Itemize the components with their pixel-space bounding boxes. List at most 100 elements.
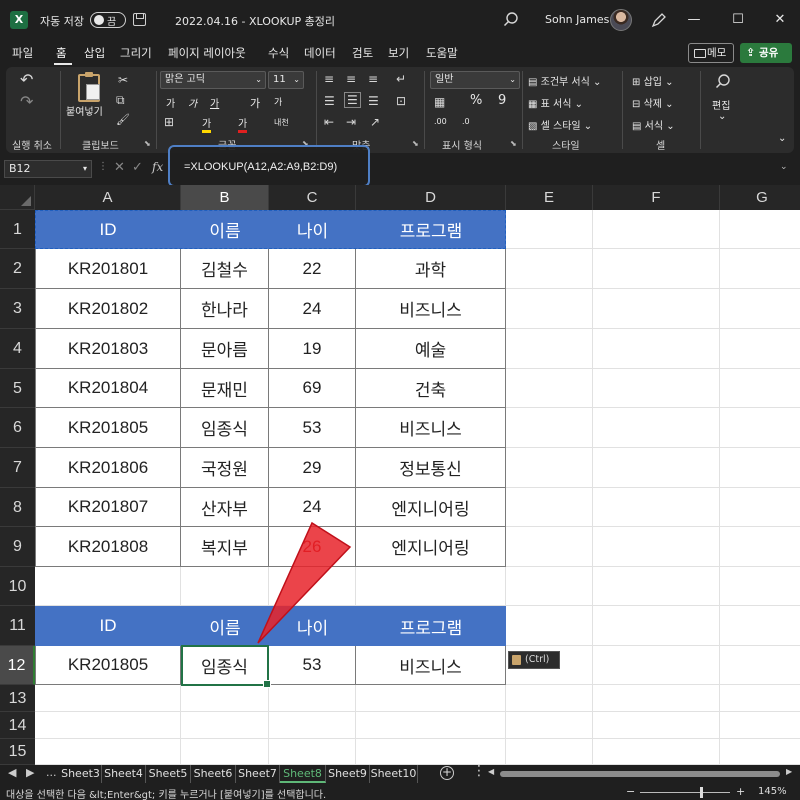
table-header-cell[interactable]: 이름 bbox=[181, 210, 269, 249]
zoom-out-button[interactable]: − bbox=[626, 785, 635, 798]
row-header-10[interactable]: 10 bbox=[0, 567, 35, 606]
sheet-tab-sheet4[interactable]: Sheet4 bbox=[102, 765, 146, 783]
paste-options-button[interactable]: (Ctrl) bbox=[508, 651, 560, 669]
cell-styles-button[interactable]: ▧ 셀 스타일 ⌄ bbox=[528, 117, 592, 132]
sheet-tab-sheet9[interactable]: Sheet9 bbox=[326, 765, 370, 783]
tab-home[interactable]: 홈 bbox=[56, 45, 67, 61]
zoom-level[interactable]: 145% bbox=[758, 786, 787, 797]
table-cell[interactable]: 한나라 bbox=[181, 289, 269, 329]
chevron-down-icon[interactable]: ⌄ bbox=[718, 111, 726, 122]
cancel-icon[interactable]: ✕ bbox=[114, 160, 125, 175]
sheet-more[interactable]: ... bbox=[46, 766, 57, 779]
table-header-cell[interactable]: 나이 bbox=[269, 210, 356, 249]
cut-icon[interactable]: ✂ bbox=[118, 73, 128, 87]
zoom-slider[interactable] bbox=[640, 792, 730, 793]
table-cell[interactable]: 정보통신 bbox=[356, 448, 506, 488]
table-cell[interactable]: 24 bbox=[269, 289, 356, 329]
tab-data[interactable]: 데이터 bbox=[304, 45, 336, 61]
table-cell[interactable]: KR201805 bbox=[35, 408, 181, 448]
scroll-left-icon[interactable]: ◀ bbox=[488, 767, 494, 776]
table-cell[interactable]: 김철수 bbox=[181, 249, 269, 289]
table-cell[interactable]: 29 bbox=[269, 448, 356, 488]
insert-function-button[interactable]: fx bbox=[152, 160, 163, 174]
scroll-right-icon[interactable]: ▶ bbox=[786, 767, 792, 776]
table-cell[interactable]: 임종식 bbox=[181, 408, 269, 448]
number-format-select[interactable]: 일반 ⌄ bbox=[430, 71, 520, 89]
tab-view[interactable]: 보기 bbox=[388, 45, 409, 61]
sheet-tab-sheet7[interactable]: Sheet7 bbox=[236, 765, 280, 783]
lookup-result-cell[interactable]: 비즈니스 bbox=[356, 646, 506, 685]
user-name[interactable]: Sohn James bbox=[545, 13, 609, 26]
search-icon[interactable] bbox=[714, 73, 732, 91]
share-button[interactable]: 공유 bbox=[740, 43, 792, 63]
table-cell[interactable]: KR201804 bbox=[35, 369, 181, 408]
enter-icon[interactable]: ✓ bbox=[132, 160, 143, 175]
row-header-13[interactable]: 13 bbox=[0, 685, 35, 712]
decrease-indent-icon[interactable]: ⇤ bbox=[324, 115, 334, 129]
active-cell[interactable] bbox=[181, 645, 271, 688]
table-cell[interactable]: 국정원 bbox=[181, 448, 269, 488]
format-painter-icon[interactable]: 🖌 bbox=[116, 113, 130, 127]
sheet-tab-sheet6[interactable]: Sheet6 bbox=[191, 765, 236, 783]
table-cell[interactable]: 비즈니스 bbox=[356, 289, 506, 329]
table-cell[interactable]: 22 bbox=[269, 249, 356, 289]
tab-draw[interactable]: 그리기 bbox=[120, 45, 152, 61]
sheet-options-icon[interactable]: ⋮ bbox=[472, 763, 486, 779]
lookup-result-cell[interactable]: 53 bbox=[269, 646, 356, 685]
lookup-header-cell[interactable]: 프로그램 bbox=[356, 606, 506, 646]
row-header-12[interactable]: 12 bbox=[0, 646, 35, 685]
table-header-cell[interactable]: ID bbox=[35, 210, 181, 249]
table-cell[interactable]: 건축 bbox=[356, 369, 506, 408]
row-header-7[interactable]: 7 bbox=[0, 448, 35, 488]
increase-decimal-button[interactable]: .00 bbox=[434, 117, 447, 126]
font-name-select[interactable]: 맑은 고딕 ⌄ bbox=[160, 71, 266, 89]
autosave-toggle[interactable]: 끔 bbox=[90, 12, 126, 28]
delete-cells-button[interactable]: ⊟ 삭제 ⌄ bbox=[632, 95, 674, 110]
spreadsheet-grid[interactable]: ABCDEFG 1 2 3 4 5 6 7 8 9 10 11 12 13 14 15 ID 이름 나이 프로그램… bbox=[0, 185, 800, 765]
table-cell[interactable]: 과학 bbox=[356, 249, 506, 289]
undo-icon[interactable]: ↶ bbox=[20, 72, 33, 88]
table-cell[interactable]: 26 bbox=[269, 527, 356, 567]
align-right-icon[interactable]: ☰ bbox=[368, 94, 379, 108]
paste-label[interactable]: 붙여넣기 bbox=[66, 103, 103, 118]
shrink-font-button[interactable]: 가 bbox=[274, 95, 282, 108]
currency-icon[interactable]: ▦ bbox=[434, 95, 445, 109]
clipboard-launcher-icon[interactable]: ⬊ bbox=[144, 139, 151, 148]
tab-file[interactable]: 파일 bbox=[12, 45, 33, 61]
grow-font-button[interactable]: 가 bbox=[250, 95, 260, 111]
sheet-tab-sheet5[interactable]: Sheet5 bbox=[146, 765, 191, 783]
row-header-2[interactable]: 2 bbox=[0, 249, 35, 289]
table-cell[interactable]: KR201802 bbox=[35, 289, 181, 329]
table-cell[interactable]: 예술 bbox=[356, 329, 506, 369]
italic-button[interactable]: 가 bbox=[188, 95, 197, 110]
table-cell[interactable]: KR201801 bbox=[35, 249, 181, 289]
tab-insert[interactable]: 삽입 bbox=[84, 45, 105, 61]
lookup-result-cell[interactable]: KR201805 bbox=[35, 646, 181, 685]
align-bottom-icon[interactable]: ≡ bbox=[368, 72, 378, 86]
copy-icon[interactable]: ⧉ bbox=[116, 93, 125, 107]
table-cell[interactable]: 산자부 bbox=[181, 488, 269, 527]
select-all-button[interactable] bbox=[0, 185, 35, 210]
table-cell[interactable]: KR201807 bbox=[35, 488, 181, 527]
table-cell[interactable]: 문아름 bbox=[181, 329, 269, 369]
table-cell[interactable]: 53 bbox=[269, 408, 356, 448]
tab-help[interactable]: 도움말 bbox=[426, 45, 458, 61]
table-cell[interactable]: KR201803 bbox=[35, 329, 181, 369]
formula-text[interactable]: =XLOOKUP(A12,A2:A9,B2:D9) bbox=[184, 161, 337, 173]
sheet-tab-sheet3[interactable]: Sheet3 bbox=[60, 765, 102, 783]
table-cell[interactable]: 문재민 bbox=[181, 369, 269, 408]
orientation-icon[interactable]: ↗ bbox=[370, 115, 380, 129]
table-cell[interactable]: 19 bbox=[269, 329, 356, 369]
column-header-f[interactable]: F bbox=[593, 185, 720, 210]
row-header-14[interactable]: 14 bbox=[0, 712, 35, 739]
row-header-1[interactable]: 1 bbox=[0, 210, 35, 249]
merge-center-icon[interactable]: ⊡ bbox=[396, 94, 406, 108]
row-header-11[interactable]: 11 bbox=[0, 606, 35, 646]
editing-button[interactable]: 편집 bbox=[712, 97, 730, 112]
minimize-icon[interactable]: — bbox=[684, 10, 704, 30]
zoom-in-button[interactable]: + bbox=[736, 785, 745, 798]
lookup-header-cell[interactable]: 이름 bbox=[181, 606, 269, 646]
table-header-cell[interactable]: 프로그램 bbox=[356, 210, 506, 249]
row-header-9[interactable]: 9 bbox=[0, 527, 35, 567]
avatar[interactable] bbox=[610, 9, 632, 31]
